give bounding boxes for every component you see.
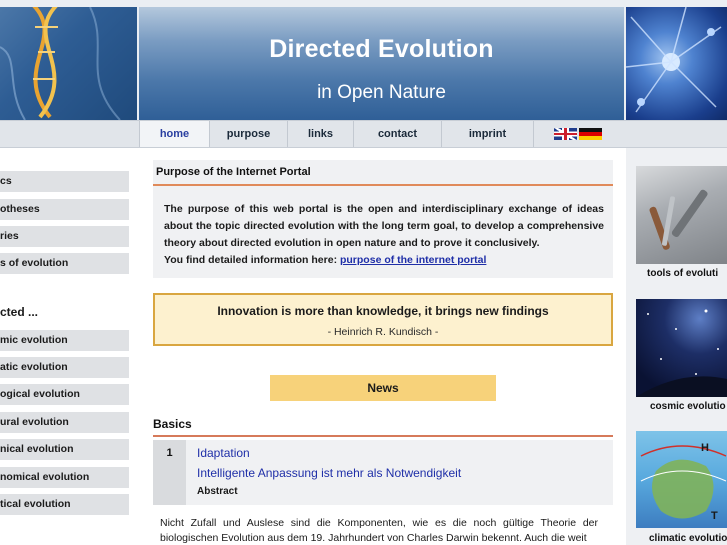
german-flag-icon[interactable] [579,128,602,140]
svg-text:H: H [701,442,709,454]
main-content: Purpose of the Internet Portal The purpo… [139,148,626,545]
article-body-text: Nicht Zufall und Auslese sind die Kompon… [160,517,598,544]
section-divider [153,184,613,186]
article-card: 1 Idaptation Intelligente Anpassung ist … [153,440,613,505]
nav-purpose[interactable]: purpose [209,121,287,147]
quote-author: - Heinrich R. Kundisch - [327,326,439,338]
sidebar-item-cultural-evolution[interactable]: ural evolution [0,412,129,433]
quote-text: Innovation is more than knowledge, it br… [217,304,549,318]
nav-imprint[interactable]: imprint [441,121,533,147]
article-number: 1 [153,440,186,505]
site-subtitle: in Open Nature [317,82,446,103]
sidebar-item-cosmic-evolution[interactable]: mic evolution [0,330,129,351]
english-flag-icon[interactable] [554,128,577,140]
basics-heading: Basics [153,417,192,431]
tools-thumbnail[interactable] [636,166,727,264]
cosmic-thumbnail-label[interactable]: cosmic evolutio [650,401,726,412]
nav-home[interactable]: home [139,121,209,147]
wrench-icon [649,189,708,250]
basics-divider [153,435,613,437]
news-button[interactable]: News [270,375,496,401]
neuron-network-icon [626,7,722,113]
sidebar-item-political-evolution[interactable]: tical evolution [0,494,129,515]
quote-box: Innovation is more than knowledge, it br… [153,293,613,346]
site-title: Directed Evolution [269,35,494,63]
portal-more-info: You find detailed information here: purp… [164,254,486,266]
tools-thumbnail-label[interactable]: tools of evoluti [647,268,718,279]
article-title-link[interactable]: Intelligente Anpassung ist mehr als Notw… [197,466,461,480]
title-banner: Directed Evolution in Open Nature [139,7,624,120]
article-abstract-label: Abstract [197,486,238,497]
site-header: Directed Evolution in Open Nature [0,0,727,120]
sidebar-item-hypotheses[interactable]: otheses [0,199,129,220]
sidebar-item-forms-of-evolution[interactable]: s of evolution [0,253,129,274]
neuron-banner-image [626,7,727,120]
sidebar-item-theories[interactable]: ries [0,226,129,247]
right-sidebar: tools of evoluti cosmic evolutio H T cli… [626,148,727,545]
weather-map-icon: H T [640,442,727,522]
portal-purpose-link[interactable]: purpose of the internet portal [340,254,486,266]
sidebar-item-technical-evolution[interactable]: nical evolution [0,439,129,460]
sidebar-item-climatic-evolution[interactable]: atic evolution [0,357,129,378]
portal-purpose-title: Purpose of the Internet Portal [156,166,311,178]
sidebar-item-biological-evolution[interactable]: ogical evolution [0,384,129,405]
portal-purpose-text: The purpose of this web portal is the op… [164,203,604,249]
stars-icon [636,309,727,397]
dna-banner-image [0,7,137,120]
sidebar-heading-directed: cted ... [0,305,39,319]
main-nav: home purpose links contact imprint [0,120,727,148]
article-tag-link[interactable]: Idaptation [197,446,250,460]
dna-helix-icon [0,7,121,120]
nav-links[interactable]: links [287,121,353,147]
nav-contact[interactable]: contact [353,121,441,147]
climate-thumbnail-label[interactable]: climatic evolutio [649,533,727,544]
cosmic-thumbnail[interactable] [636,299,727,397]
portal-purpose-box: Purpose of the Internet Portal The purpo… [153,160,613,278]
sidebar-item-basics[interactable]: cs [0,171,129,192]
svg-text:T: T [711,510,718,522]
left-sidebar: cs otheses ries s of evolution cted ... … [0,148,137,545]
sidebar-item-economical-evolution[interactable]: nomical evolution [0,467,129,488]
climate-thumbnail[interactable]: H T [636,431,727,528]
portal-more-prefix: You find detailed information here: [164,254,340,266]
language-switcher [554,128,602,140]
